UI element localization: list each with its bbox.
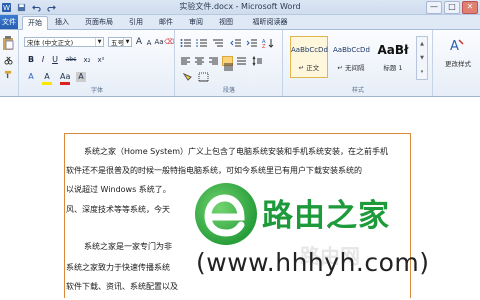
font-name-value: 宋体 (中文正文) — [27, 39, 74, 47]
tab-home[interactable]: 开始 — [22, 16, 48, 30]
tab-mailings[interactable]: 邮件 — [154, 16, 178, 29]
style-name: 标题 1 — [383, 64, 403, 72]
font-size-select[interactable]: 五号 ▼ — [108, 37, 132, 47]
superscript-button[interactable]: x² — [96, 55, 106, 65]
style-no-spacing[interactable]: AaBbCcDd ↵ 无间隔 — [332, 36, 370, 78]
clipboard-group — [0, 30, 19, 96]
chevron-down-icon: ▼ — [123, 38, 131, 46]
grow-font-button[interactable]: A — [134, 37, 144, 47]
tab-page-layout[interactable]: 页面布局 — [80, 16, 118, 29]
change-styles-icon[interactable]: A — [448, 37, 464, 53]
style-sample: AaBł — [377, 43, 409, 57]
ribbon: 宋体 (中文正文) ▼ 五号 ▼ A A Aa ⌫ B I U abc x₂ x… — [0, 30, 480, 97]
document-line[interactable]: 以说超过 Windows 系统了。 — [66, 184, 171, 196]
style-sample: AaBbCcDd — [333, 46, 370, 54]
chevron-down-icon: ▼ — [95, 38, 103, 46]
ribbon-tabs: 文件 开始 插入 页面布局 引用 邮件 审阅 视图 福昕阅读器 — [0, 15, 480, 30]
document-line[interactable]: 系统之家致力于快速传播系统 — [66, 262, 170, 274]
svg-text:Z: Z — [262, 44, 266, 48]
align-center-icon[interactable] — [194, 56, 205, 66]
font-name-select[interactable]: 宋体 (中文正文) ▼ — [24, 37, 104, 47]
tab-review[interactable]: 审阅 — [184, 16, 208, 29]
text-effects-button[interactable]: A — [26, 72, 36, 82]
window-title: 实验文件.docx - Microsoft Word — [179, 2, 301, 11]
document-line[interactable]: 风、深度技术等等系统，今天 — [66, 204, 170, 216]
underline-button[interactable]: U — [50, 55, 60, 65]
change-styles-group: A 更改样式 — [434, 30, 480, 96]
document-line[interactable]: 系统之家（Home System）广义上包含了电脑系统安装和手机系统安装，在之前… — [84, 146, 388, 158]
character-shading-button[interactable]: A — [76, 72, 86, 82]
change-case-button[interactable]: Aa — [154, 37, 164, 47]
minimize-button[interactable]: — — [426, 1, 442, 14]
title-bar: W 实验文件.docx - Microsoft Word — □ ✕ — [0, 0, 480, 15]
align-right-icon[interactable] — [208, 56, 219, 66]
align-left-icon[interactable] — [180, 56, 191, 66]
line-spacing-icon[interactable] — [252, 56, 263, 66]
borders-icon[interactable] — [198, 72, 209, 82]
styles-gallery-scroll[interactable]: ▲ ▼ ▾ — [416, 36, 428, 80]
clear-formatting-button[interactable]: ⌫ — [164, 37, 174, 47]
maximize-button[interactable]: □ — [444, 1, 460, 14]
tab-view[interactable]: 视图 — [214, 16, 238, 29]
style-name: ↵ 无间隔 — [337, 64, 365, 72]
font-group: 宋体 (中文正文) ▼ 五号 ▼ A A Aa ⌫ B I U abc x₂ x… — [20, 30, 175, 96]
close-button[interactable]: ✕ — [462, 1, 478, 14]
bold-button[interactable]: B — [26, 55, 36, 65]
document-line[interactable]: 软件还不是很普及的时候一般特指电脑系统，可如今系统里已有用户下载安装系统的 — [66, 165, 362, 177]
distributed-icon[interactable] — [236, 56, 247, 66]
leaf-e-icon — [204, 194, 245, 237]
font-group-label: 字体 — [90, 87, 103, 94]
decrease-indent-icon[interactable] — [230, 38, 242, 48]
paragraph-group: AZ 段落 — [176, 30, 283, 96]
tab-file[interactable]: 文件 — [0, 15, 18, 29]
font-color-button[interactable]: Aa — [60, 72, 70, 85]
format-painter-icon[interactable] — [4, 70, 13, 79]
paragraph-group-label: 段落 — [222, 87, 235, 94]
strikethrough-button[interactable]: abc — [64, 55, 78, 65]
change-styles-label[interactable]: 更改样式 — [436, 58, 480, 68]
styles-group-label: 样式 — [351, 87, 364, 94]
increase-indent-icon[interactable] — [246, 38, 258, 48]
style-name: ↵ 正文 — [298, 64, 320, 72]
window-controls: — □ ✕ — [426, 1, 478, 14]
tab-references[interactable]: 引用 — [124, 16, 148, 29]
document-top-margin — [0, 97, 480, 115]
watermark-title: 路由之家 — [262, 198, 390, 234]
highlight-button[interactable]: A — [42, 72, 52, 85]
styles-group: AaBbCcDd ↵ 正文 AaBbCcDd ↵ 无间隔 AaBł 标题 1 ▲… — [284, 30, 433, 96]
shading-icon[interactable] — [182, 72, 193, 82]
style-heading-1[interactable]: AaBł 标题 1 — [374, 36, 412, 78]
style-sample: AaBbCcDd — [291, 46, 328, 54]
tab-foxit-reader[interactable]: 福昕阅读器 — [244, 16, 296, 29]
tab-insert[interactable]: 插入 — [50, 16, 74, 29]
italic-button[interactable]: I — [38, 55, 48, 65]
cut-icon[interactable] — [4, 56, 13, 65]
watermark-url: (www.hhhyh.com) — [196, 248, 430, 277]
paste-icon[interactable] — [2, 36, 14, 50]
subscript-button[interactable]: x₂ — [82, 55, 92, 65]
justify-button[interactable] — [222, 56, 233, 71]
sort-icon[interactable]: AZ — [262, 38, 274, 48]
style-normal[interactable]: AaBbCcDd ↵ 正文 — [290, 36, 328, 78]
document-line[interactable]: 软件下载、资讯、系统配置以及 — [66, 281, 178, 293]
watermark-logo-icon — [195, 183, 257, 245]
bullets-icon[interactable] — [180, 38, 192, 48]
justify-icon — [224, 63, 233, 71]
shrink-font-button[interactable]: A — [144, 38, 154, 48]
numbering-icon[interactable] — [196, 38, 208, 48]
svg-text:A: A — [450, 39, 459, 53]
document-line[interactable]: 系统之家是一家专门为非 — [84, 241, 172, 253]
multilevel-list-icon[interactable] — [212, 38, 224, 48]
